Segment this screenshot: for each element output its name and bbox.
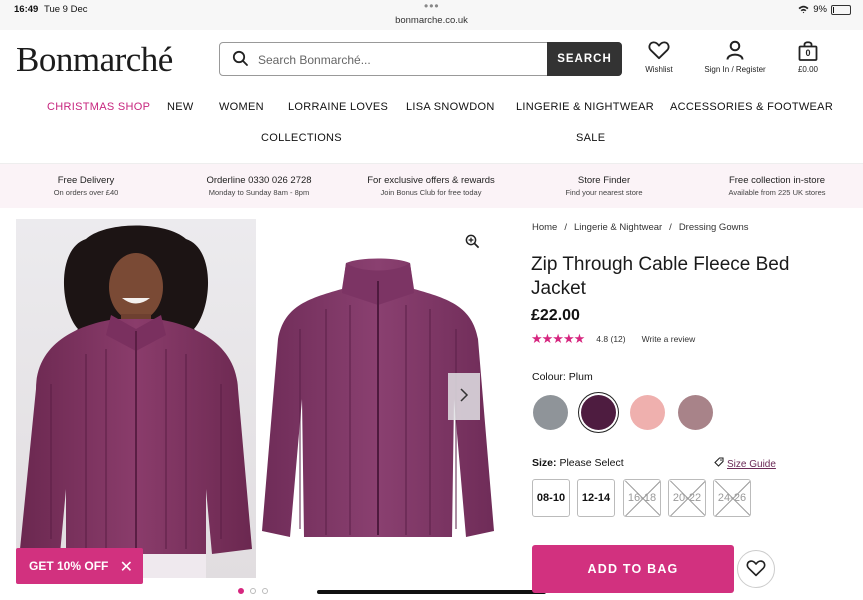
review-count: (12) (610, 334, 626, 344)
chevron-right-icon (460, 388, 469, 402)
colour-label: Colour: Plum (532, 371, 593, 383)
tab-options-icon[interactable]: ••• (424, 0, 440, 13)
nav-new[interactable]: NEW (167, 101, 194, 113)
benefit-title: Free collection in-store (728, 175, 826, 186)
promo-label: GET 10% OFF (29, 559, 109, 573)
colour-swatch-pink[interactable] (630, 395, 665, 430)
close-icon[interactable]: ✕ (120, 557, 133, 577)
tag-icon (714, 457, 724, 470)
sign-in-link[interactable]: Sign In / Register (696, 40, 774, 74)
gallery-pagination (238, 588, 268, 594)
battery-percent: 9% (813, 4, 827, 15)
product-title: Zip Through Cable Fleece Bed Jacket (531, 254, 790, 299)
search-input[interactable] (256, 49, 560, 71)
nav-christmas-shop[interactable]: CHRISTMAS SHOP (47, 101, 150, 113)
status-date: Tue 9 Dec (44, 4, 88, 15)
product-price: £22.00 (531, 307, 580, 324)
nav-sale[interactable]: SALE (576, 132, 605, 144)
search-bar: SEARCH (219, 42, 622, 76)
product-image-model[interactable] (16, 219, 256, 578)
user-icon (726, 40, 744, 60)
benefit-subtitle: Monday to Sunday 8am - 8pm (208, 188, 310, 197)
add-to-bag-button[interactable]: ADD TO BAG (532, 545, 734, 593)
benefit-title: For exclusive offers & rewards (367, 175, 495, 186)
home-indicator[interactable] (317, 590, 546, 594)
selected-colour: Plum (568, 371, 593, 383)
benefit-delivery[interactable]: Free Delivery On orders over £40 (1, 175, 171, 197)
address-bar[interactable]: bonmarche.co.uk (0, 15, 863, 26)
discount-promo-button[interactable]: GET 10% OFF ✕ (16, 548, 143, 584)
status-indicators: 9% (798, 4, 851, 15)
search-button[interactable]: SEARCH (547, 42, 622, 76)
nav-lingerie-nightwear[interactable]: LINGERIE & NIGHTWEAR (516, 101, 654, 113)
benefit-subtitle: On orders over £40 (53, 188, 119, 197)
site-header: Bonmarché SEARCH Wishlist Sign In / Regi… (0, 30, 863, 90)
status-bar: 16:49 Tue 9 Dec ••• bonmarche.co.uk 9% (0, 0, 863, 30)
site-logo[interactable]: Bonmarché (16, 40, 173, 80)
benefit-title: Free Delivery (57, 175, 115, 186)
heart-icon (746, 559, 766, 576)
size-option-24-26[interactable]: 24-26 (713, 479, 751, 517)
nav-lorraine-loves[interactable]: LORRAINE LOVES (288, 101, 388, 113)
bag-total: £0.00 (797, 65, 819, 74)
bag-link[interactable]: 0 £0.00 (790, 40, 826, 74)
gallery-dot[interactable] (238, 588, 244, 594)
rating-summary[interactable]: ★★★★★ 4.8 (12) Write a review (531, 331, 695, 347)
gallery-dot[interactable] (250, 588, 256, 594)
wifi-icon (798, 5, 809, 14)
size-guide-label: Size Guide (727, 459, 776, 470)
zoom-icon[interactable] (465, 234, 480, 249)
nav-lisa-snowdon[interactable]: LISA SNOWDON (406, 101, 495, 113)
colour-swatch-mauve[interactable] (678, 395, 713, 430)
search-icon (232, 50, 248, 66)
nav-women[interactable]: WOMEN (219, 101, 264, 113)
bag-count: 0 (805, 48, 811, 58)
benefit-store-finder[interactable]: Store Finder Find your nearest store (519, 175, 689, 197)
size-option-16-18[interactable]: 16-18 (623, 479, 661, 517)
size-label: Size: Please Select (532, 457, 624, 469)
star-rating-icon: ★★★★★ (531, 331, 585, 346)
breadcrumb: Home / Lingerie & Nightwear / Dressing Gowns (532, 222, 749, 233)
wishlist-label: Wishlist (645, 65, 673, 74)
breadcrumb-dressing-gowns[interactable]: Dressing Gowns (679, 222, 749, 233)
nav-accessories-footwear[interactable]: ACCESSORIES & FOOTWEAR (670, 101, 833, 113)
size-option-20-22[interactable]: 20-22 (668, 479, 706, 517)
benefit-title: Store Finder (577, 175, 631, 186)
breadcrumb-lingerie[interactable]: Lingerie & Nightwear (574, 222, 662, 233)
gallery-dot[interactable] (262, 588, 268, 594)
colour-swatch-grey[interactable] (533, 395, 568, 430)
nav-collections[interactable]: COLLECTIONS (261, 132, 342, 144)
benefit-bonus-club[interactable]: For exclusive offers & rewards Join Bonu… (346, 175, 516, 197)
benefit-subtitle: Join Bonus Club for free today (380, 188, 482, 197)
benefit-subtitle: Available from 225 UK stores (728, 188, 826, 197)
gallery-next-button[interactable] (448, 373, 480, 420)
size-option-12-14[interactable]: 12-14 (577, 479, 615, 517)
benefit-subtitle: Find your nearest store (565, 188, 643, 197)
status-time: 16:49 (14, 4, 39, 15)
colour-heading: Colour: (532, 371, 566, 383)
battery-icon (831, 4, 851, 15)
breadcrumb-home[interactable]: Home (532, 222, 557, 233)
sign-in-label: Sign In / Register (704, 65, 766, 74)
benefits-bar: Free Delivery On orders over £40 Orderli… (0, 163, 863, 208)
size-option-08-10[interactable]: 08-10 (532, 479, 570, 517)
add-to-wishlist-button[interactable] (737, 550, 775, 588)
rating-value: 4.8 (596, 334, 609, 344)
size-prompt: Please Select (559, 457, 624, 469)
bag-icon: 0 (798, 40, 818, 61)
heart-icon (648, 41, 670, 60)
wishlist-link[interactable]: Wishlist (639, 40, 679, 74)
colour-swatch-plum[interactable] (581, 395, 616, 430)
benefit-collection[interactable]: Free collection in-store Available from … (692, 175, 862, 197)
benefit-orderline[interactable]: Orderline 0330 026 2728 Monday to Sunday… (174, 175, 344, 197)
benefit-title: Orderline 0330 026 2728 (206, 175, 312, 186)
write-review-link[interactable]: Write a review (642, 334, 696, 344)
size-heading: Size: (532, 457, 557, 469)
size-guide-link[interactable]: Size Guide (714, 457, 776, 470)
